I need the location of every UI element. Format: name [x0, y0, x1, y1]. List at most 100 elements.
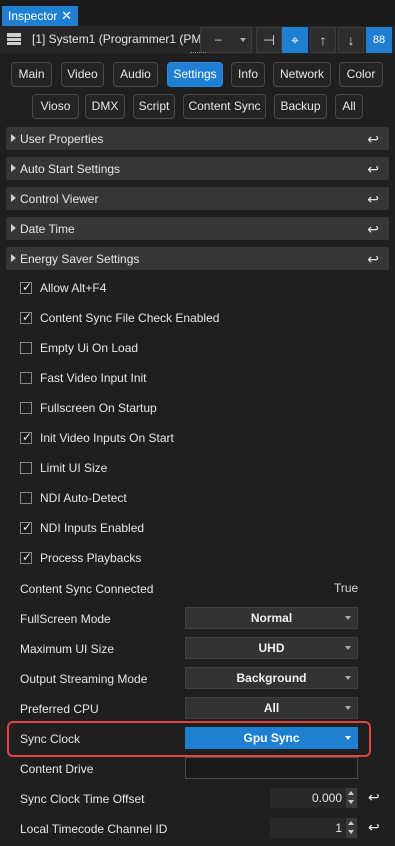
- chevron-down-icon: [240, 38, 246, 42]
- return-icon[interactable]: ↩: [367, 131, 379, 148]
- section-label: Energy Saver Settings: [20, 252, 140, 266]
- sync-clock-offset-input[interactable]: 0.000: [270, 788, 346, 808]
- section-label: User Properties: [20, 132, 104, 146]
- return-icon[interactable]: ↩: [367, 191, 379, 208]
- fullscreen-mode-dropdown[interactable]: Normal: [185, 607, 358, 629]
- allow-alt-f4-label: Allow Alt+F4: [40, 281, 107, 295]
- ndi-autodetect-checkbox[interactable]: [20, 492, 32, 504]
- category-video[interactable]: Video: [61, 62, 104, 87]
- limit-ui-checkbox[interactable]: [20, 462, 32, 474]
- content-drive-input[interactable]: [185, 757, 358, 779]
- empty-ui-label: Empty Ui On Load: [40, 341, 139, 355]
- category-network[interactable]: Network: [273, 62, 331, 87]
- ndi-autodetect-label: NDI Auto-Detect: [40, 491, 127, 505]
- move-down-button[interactable]: ↓: [338, 27, 364, 53]
- output-streaming-label: Output Streaming Mode: [20, 672, 148, 686]
- maximum-ui-size-label: Maximum UI Size: [20, 642, 115, 656]
- return-icon[interactable]: ↩: [367, 161, 379, 178]
- category-audio[interactable]: Audio: [113, 62, 158, 87]
- section-label: Auto Start Settings: [20, 162, 121, 176]
- fullscreen-mode-label: FullScreen Mode: [20, 612, 111, 626]
- return-icon[interactable]: ↩: [368, 789, 380, 806]
- output-streaming-value: Background: [236, 671, 307, 685]
- content-sync-file-check-checkbox[interactable]: ✓: [20, 310, 33, 324]
- sync-clock-highlight: [7, 721, 371, 757]
- target-button[interactable]: ⌖: [282, 27, 308, 53]
- category-script[interactable]: Script: [133, 94, 175, 119]
- title-bar: Inspector ✕: [0, 0, 395, 26]
- stepper-down-icon[interactable]: [348, 800, 354, 804]
- object-combo-value: –: [215, 32, 222, 46]
- local-timecode-input[interactable]: 1: [270, 818, 346, 838]
- stepper-up-icon[interactable]: [348, 821, 354, 825]
- local-timecode-stepper[interactable]: [346, 818, 357, 838]
- local-timecode-label: Local Timecode Channel ID: [20, 822, 168, 836]
- chevron-down-icon: [345, 676, 351, 680]
- fullscreen-mode-value: Normal: [250, 611, 293, 625]
- object-combo[interactable]: –: [200, 27, 252, 53]
- category-all[interactable]: All: [335, 94, 363, 119]
- empty-ui-checkbox[interactable]: [20, 342, 32, 354]
- process-playbacks-checkbox[interactable]: ✓: [20, 550, 33, 564]
- content-drive-label: Content Drive: [20, 762, 94, 776]
- arrow-up-icon: ↑: [319, 32, 327, 48]
- move-up-button[interactable]: ↑: [310, 27, 336, 53]
- system-icon: [7, 33, 21, 45]
- chevron-down-icon: [345, 706, 351, 710]
- allow-alt-f4-checkbox[interactable]: ✓: [20, 280, 33, 294]
- init-video-checkbox[interactable]: ✓: [20, 430, 33, 444]
- limit-ui-label: Limit UI Size: [40, 461, 108, 475]
- checkmark-icon: ✓: [22, 280, 33, 294]
- section-date-time[interactable]: Date Time ↩: [6, 217, 389, 240]
- pin-icon: ⊣: [262, 32, 276, 48]
- category-settings[interactable]: Settings: [167, 62, 223, 87]
- stepper-up-icon[interactable]: [348, 791, 354, 795]
- fullscreen-startup-checkbox[interactable]: [20, 402, 32, 414]
- inspector-tab-label: Inspector: [8, 9, 58, 23]
- preferred-cpu-dropdown[interactable]: All: [185, 697, 358, 719]
- fast-video-label: Fast Video Input Init: [40, 371, 147, 385]
- pin-button[interactable]: ⊣: [256, 27, 282, 53]
- section-control-viewer[interactable]: Control Viewer ↩: [6, 187, 389, 210]
- system-selector[interactable]: [1] System1 (Programmer1 (PM: [32, 32, 201, 46]
- return-icon[interactable]: ↩: [367, 251, 379, 268]
- output-streaming-dropdown[interactable]: Background: [185, 667, 358, 689]
- section-label: Date Time: [20, 222, 75, 236]
- category-info[interactable]: Info: [231, 62, 265, 87]
- resize-grip[interactable]: [190, 52, 206, 56]
- return-icon[interactable]: ↩: [367, 221, 379, 238]
- checkmark-icon: ✓: [22, 550, 33, 564]
- init-video-label: Init Video Inputs On Start: [40, 431, 174, 445]
- chevron-right-icon: [11, 224, 16, 232]
- content-sync-file-check-label: Content Sync File Check Enabled: [40, 311, 220, 325]
- checkmark-icon: ✓: [22, 430, 33, 444]
- content-sync-connected-value: True: [334, 581, 359, 595]
- category-vioso[interactable]: Vioso: [32, 94, 79, 119]
- sync-clock-offset-stepper[interactable]: [346, 788, 357, 808]
- category-backup[interactable]: Backup: [274, 94, 327, 119]
- maximum-ui-size-dropdown[interactable]: UHD: [185, 637, 358, 659]
- ndi-inputs-checkbox[interactable]: ✓: [20, 520, 32, 534]
- checkmark-icon: ✓: [22, 310, 33, 324]
- maximum-ui-size-value: UHD: [258, 641, 285, 655]
- chevron-down-icon: [345, 616, 351, 620]
- stepper-down-icon[interactable]: [348, 830, 354, 834]
- section-label: Control Viewer: [20, 192, 99, 206]
- section-energy-saver[interactable]: Energy Saver Settings ↩: [6, 247, 389, 270]
- chevron-right-icon: [11, 254, 16, 262]
- category-main[interactable]: Main: [11, 62, 52, 87]
- category-color[interactable]: Color: [339, 62, 383, 87]
- sync-clock-offset-label: Sync Clock Time Offset: [20, 792, 145, 806]
- section-user-properties[interactable]: User Properties ↩: [6, 127, 389, 150]
- process-playbacks-label: Process Playbacks: [40, 551, 142, 565]
- chevron-right-icon: [11, 194, 16, 202]
- section-auto-start[interactable]: Auto Start Settings ↩: [6, 157, 389, 180]
- category-dmx[interactable]: DMX: [85, 94, 125, 119]
- category-content-sync[interactable]: Content Sync: [183, 94, 266, 119]
- fast-video-checkbox[interactable]: [20, 372, 32, 384]
- inspector-tab[interactable]: Inspector ✕: [2, 6, 78, 26]
- grid-view-button[interactable]: 88: [366, 27, 392, 53]
- fullscreen-startup-label: Fullscreen On Startup: [40, 401, 157, 415]
- return-icon[interactable]: ↩: [368, 819, 380, 836]
- close-icon[interactable]: ✕: [61, 6, 72, 26]
